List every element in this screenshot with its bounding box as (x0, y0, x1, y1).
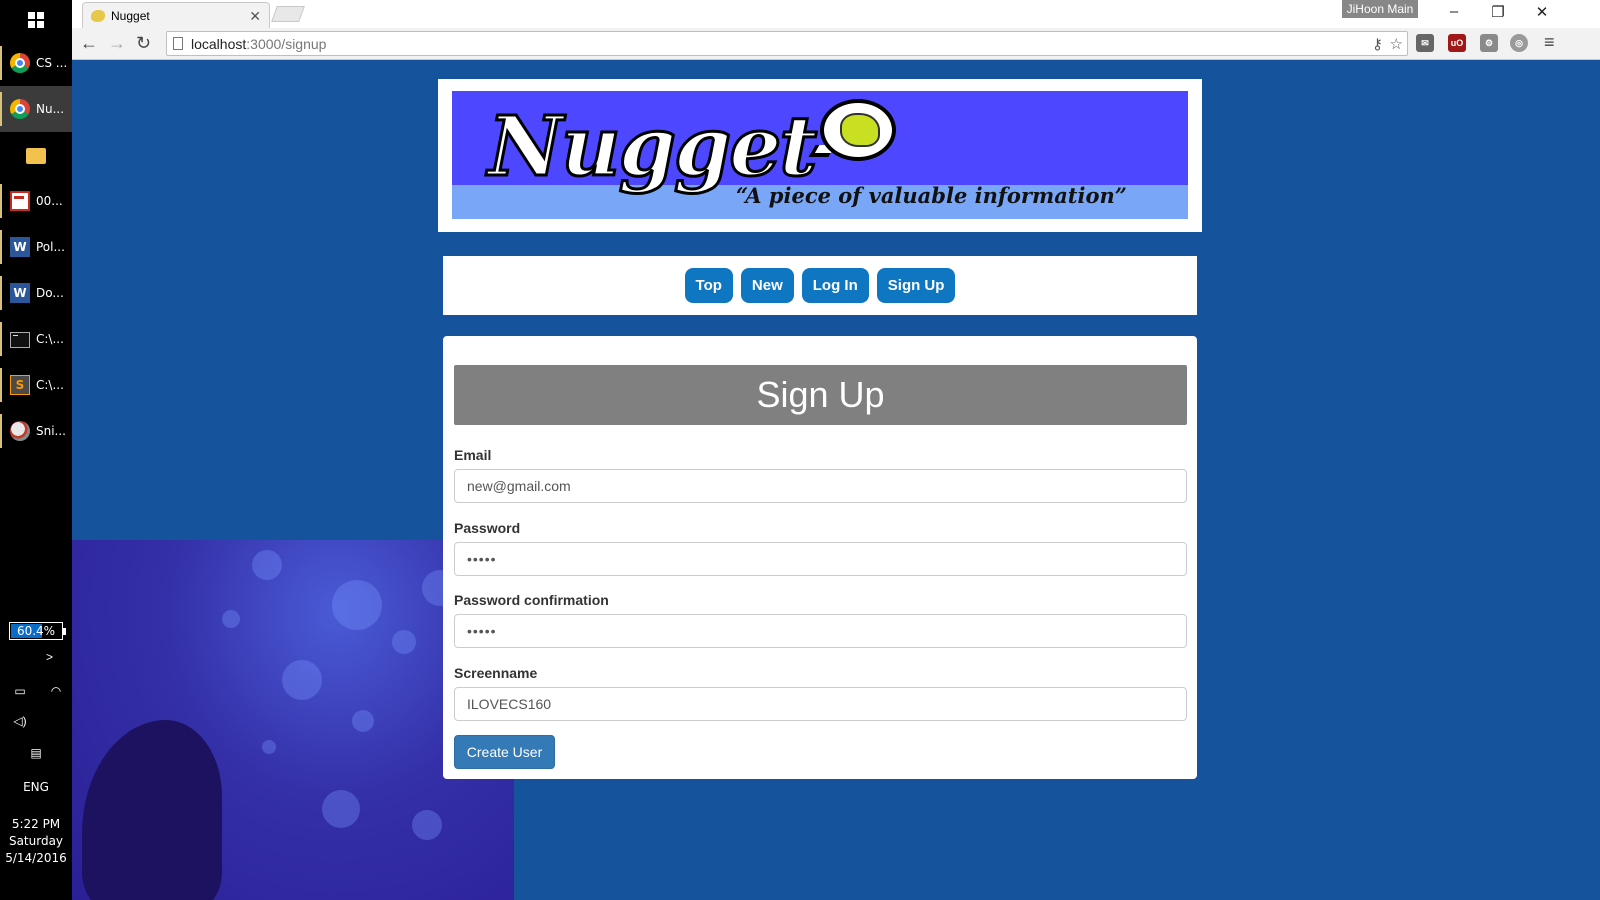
nugget-logo-text: Nugget (486, 98, 818, 197)
email-label: Email (454, 447, 492, 463)
tab-strip: Nugget ✕ JiHoon Main – ❐ ✕ (72, 0, 1600, 28)
chrome-menu-icon[interactable]: ≡ (1544, 32, 1555, 52)
taskbar-item-label: 00... (36, 194, 63, 208)
password-field[interactable]: ••••• (454, 542, 1187, 576)
screenname-label: Screenname (454, 665, 538, 681)
email-field[interactable]: new@gmail.com (454, 469, 1187, 503)
taskbar-item-word-pol[interactable]: W Pol... (0, 224, 72, 270)
create-user-button[interactable]: Create User (454, 735, 555, 769)
forward-arrow-icon[interactable]: → (108, 33, 126, 53)
site-banner[interactable]: Nugget “A piece of valuable information” (438, 79, 1202, 232)
taskbar-item-snipping-tool[interactable]: Sni... (0, 408, 72, 454)
taskbar-item-label: Pol... (36, 240, 65, 254)
mail-extension-icon[interactable]: ✉ (1416, 34, 1434, 52)
gold-nugget-icon (840, 113, 880, 147)
taskbar-item-sublime[interactable]: S C:\... (0, 362, 72, 408)
taskbar-item-pdf[interactable]: 00... (0, 178, 72, 224)
taskbar-item-label: C:\... (36, 332, 64, 346)
battery-indicator[interactable]: 60.4% (9, 622, 66, 640)
page-icon (173, 37, 183, 50)
url-path: :3000/signup (246, 35, 327, 52)
screenname-field[interactable]: ILOVECS160 (454, 687, 1187, 721)
tab-title: Nugget (111, 8, 150, 23)
clock-date: 5/14/2016 (5, 851, 67, 865)
nav-login-button[interactable]: Log In (801, 268, 869, 303)
windows-taskbar: CS ... Nu... 00... W Pol... W Do... C:\.… (0, 0, 72, 900)
clock-day: Saturday (8, 834, 64, 848)
profile-button[interactable]: JiHoon Main (1342, 0, 1418, 18)
banner-tagline: “A piece of valuable information” (736, 183, 1127, 208)
volume-icon[interactable]: ◁) (12, 714, 28, 728)
nav-new-button[interactable]: New (740, 268, 794, 303)
action-center-icon[interactable]: ▤ (28, 746, 44, 760)
chrome-browser-window: Nugget ✕ JiHoon Main – ❐ ✕ ← → ↻ localho… (72, 0, 1600, 900)
taskbar-item-label: Do... (36, 286, 64, 300)
chrome-icon (10, 99, 30, 119)
sublime-icon: S (10, 375, 30, 395)
cmd-icon (10, 332, 30, 348)
word-icon: W (10, 237, 30, 257)
back-arrow-icon[interactable]: ← (80, 33, 98, 53)
extension-globe-icon[interactable]: ◎ (1510, 34, 1528, 52)
taskbar-item-label: CS ... (36, 56, 68, 70)
tab-nugget[interactable]: Nugget ✕ (82, 2, 270, 28)
taskbar-item-file-explorer[interactable] (0, 132, 72, 178)
power-icon[interactable]: ▭ (12, 684, 28, 698)
nav-top-button[interactable]: Top (684, 268, 733, 303)
ublock-extension-icon[interactable]: uO (1448, 34, 1466, 52)
banner-logo-panel: Nugget “A piece of valuable information” (452, 91, 1188, 219)
site-nav: Top New Log In Sign Up (443, 256, 1197, 315)
form-title: Sign Up (454, 365, 1187, 425)
language-indicator[interactable]: ENG (0, 780, 72, 794)
taskbar-item-label: Nu... (36, 102, 65, 116)
chrome-icon (10, 53, 30, 73)
password-confirmation-label: Password confirmation (454, 592, 609, 608)
close-window-icon[interactable]: ✕ (1532, 3, 1552, 21)
taskbar-item-chrome-nugget[interactable]: Nu... (0, 86, 72, 132)
battery-percent: 60.4% (16, 624, 56, 638)
taskbar-item-label: C:\... (36, 378, 64, 392)
restore-icon[interactable]: ❐ (1488, 3, 1508, 21)
word-icon: W (10, 283, 30, 303)
taskbar-item-cmd[interactable]: C:\... (0, 316, 72, 362)
bookmark-star-icon[interactable]: ☆ (1390, 35, 1403, 53)
nugget-favicon-icon (91, 9, 105, 22)
nav-signup-button[interactable]: Sign Up (876, 268, 956, 303)
new-tab-button[interactable] (271, 6, 305, 22)
clock-time: 5:22 PM (11, 817, 61, 831)
wifi-icon[interactable]: ◠ (48, 684, 64, 698)
browser-toolbar: ← → ↻ localhost:3000/signup ⚷ ☆ ✉ uO ⚙ ◎… (72, 28, 1600, 60)
minimize-icon[interactable]: – (1444, 3, 1464, 20)
password-label: Password (454, 520, 521, 536)
address-bar[interactable]: localhost:3000/signup ⚷ ☆ (166, 31, 1408, 56)
start-button[interactable] (0, 0, 72, 40)
taskbar-item-label: Sni... (36, 424, 66, 438)
pdf-icon (10, 191, 30, 211)
taskbar-item-word-do[interactable]: W Do... (0, 270, 72, 316)
reload-icon[interactable]: ↻ (136, 33, 151, 53)
page-viewport: Nugget “A piece of valuable information”… (72, 60, 1600, 900)
close-tab-icon[interactable]: ✕ (249, 8, 261, 25)
taskbar-item-chrome-cs[interactable]: CS ... (0, 40, 72, 86)
extension-icon[interactable]: ⚙ (1480, 34, 1498, 52)
chevron-right-icon[interactable]: > (46, 650, 53, 664)
battery-nub (63, 628, 66, 635)
key-icon[interactable]: ⚷ (1372, 35, 1383, 53)
snipping-tool-icon (10, 421, 30, 441)
password-confirmation-field[interactable]: ••••• (454, 614, 1187, 648)
folder-icon (26, 148, 46, 164)
signup-form-card: Sign Up Email new@gmail.com Password •••… (443, 336, 1197, 779)
head-silhouette (82, 720, 222, 900)
url-host: localhost (191, 35, 247, 52)
clock[interactable]: 5:22 PM Saturday 5/14/2016 (0, 816, 72, 867)
windows-logo-icon (28, 12, 44, 28)
